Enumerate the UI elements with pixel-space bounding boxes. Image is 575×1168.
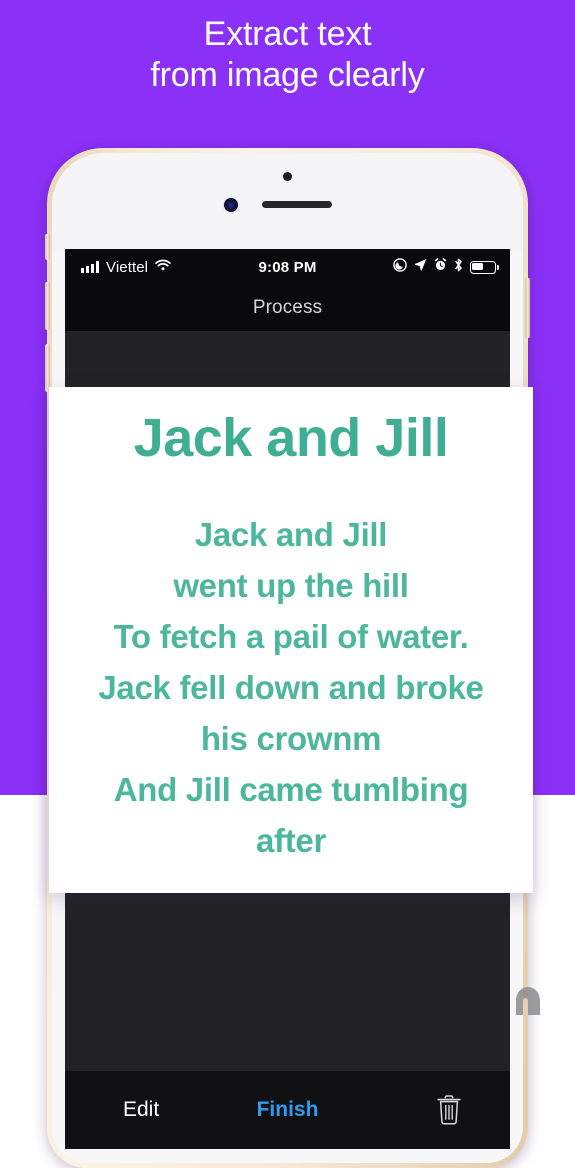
location-arrow-icon [414,258,427,276]
bluetooth-icon [454,258,463,277]
navigation-bar: Process [65,285,510,331]
bottom-toolbar: Edit Finish [65,1071,510,1149]
status-bar-right [393,249,499,285]
alarm-clock-icon [434,258,447,276]
silent-switch[interactable] [45,234,50,260]
status-bar: Viettel 9:08 PM [65,249,510,285]
page-title: Process [252,297,323,318]
volume-down-button[interactable] [45,344,50,392]
promo-headline: Extract text from image clearly [150,15,425,94]
front-camera-icon [224,198,238,212]
earpiece-speaker-icon [262,201,332,208]
do-not-disturb-icon [393,257,407,277]
battery-icon [470,260,499,274]
volume-up-button[interactable] [45,282,50,330]
power-button[interactable] [525,278,530,338]
extracted-text-title: Jack and Jill [133,408,449,468]
extracted-text-card: Jack and Jill Jack and Jill went up the … [49,387,533,893]
phone-top-bezel [52,153,523,253]
trash-icon[interactable] [436,1095,462,1125]
watermark-glyph [514,971,570,1017]
edit-button[interactable]: Edit [123,1098,159,1122]
proximity-sensor-icon [283,172,292,181]
finish-button[interactable]: Finish [257,1098,319,1122]
extracted-text-body: Jack and Jill went up the hill To fetch … [98,516,484,859]
